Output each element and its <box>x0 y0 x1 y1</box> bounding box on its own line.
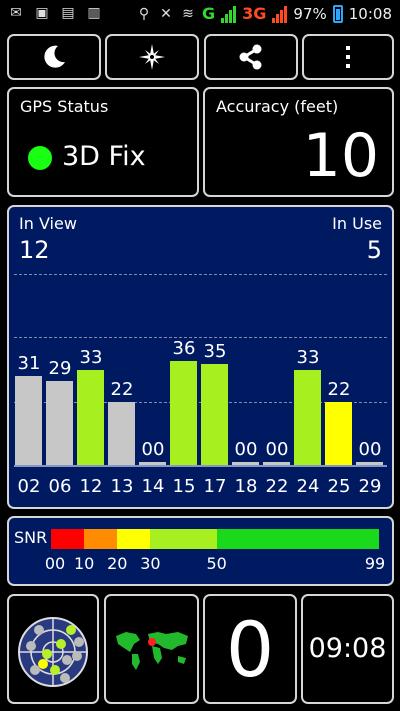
world-map-icon <box>111 628 193 672</box>
snr-bar <box>15 375 42 465</box>
snr-label: SNR <box>14 528 48 547</box>
in-use-label: In Use <box>332 214 382 233</box>
network-3g-label: 3G <box>242 4 267 23</box>
snr-bar <box>77 369 104 465</box>
satellite-prn-label: 12 <box>79 476 103 497</box>
gps-time-display[interactable]: 09:08 <box>301 594 394 704</box>
network-g-label: G <box>202 4 216 23</box>
speed-value: 0 <box>225 605 275 694</box>
snr-value-label: 22 <box>110 378 134 400</box>
snr-tick-label: 50 <box>206 554 227 573</box>
snr-bar <box>139 462 166 465</box>
snr-color-scale <box>51 529 379 549</box>
grid-line <box>14 274 387 275</box>
snr-bar <box>263 462 290 465</box>
wifi-icon: ≋ <box>182 5 194 22</box>
satellite-prn-label: 25 <box>327 476 351 497</box>
accuracy-panel: Accuracy (feet) 10 <box>203 87 394 197</box>
snr-scale-panel: SNR 00 10 20 30 50 99 <box>7 516 394 586</box>
snr-bar <box>108 401 135 465</box>
satellite-prn-label: 17 <box>203 476 227 497</box>
more-vertical-icon <box>346 46 350 68</box>
night-mode-button[interactable] <box>7 34 101 80</box>
satellite-prn-label: 14 <box>141 476 165 497</box>
snr-value-label: 00 <box>141 439 165 460</box>
satellite-prn-label: 02 <box>17 476 41 497</box>
snr-scale-segment <box>51 529 85 549</box>
gps-time-value: 09:08 <box>308 633 387 664</box>
share-button[interactable] <box>204 34 298 80</box>
image-icon: ▣ <box>35 5 49 21</box>
in-use-value: 5 <box>366 236 382 264</box>
snr-tick-label: 30 <box>140 554 161 573</box>
snr-bar <box>232 462 259 465</box>
snr-scale-segment <box>150 529 217 549</box>
overflow-menu-button[interactable] <box>302 34 394 80</box>
in-view-label: In View <box>19 214 77 233</box>
snr-scale-segment <box>117 529 151 549</box>
satellite-radar-icon <box>18 617 88 687</box>
snr-value-label: 22 <box>327 378 351 400</box>
snr-scale-segment <box>216 529 379 549</box>
snr-tick-label: 99 <box>364 554 386 573</box>
snr-bar <box>325 401 352 465</box>
satellite-signal-panel: In View 12 In Use 5 31 02 29 06 33 12 22 13 00 14… <box>7 205 394 509</box>
moon-icon <box>44 45 65 68</box>
snr-value-label: 33 <box>296 346 320 368</box>
sky-view-button[interactable] <box>7 594 99 704</box>
gps-status-label: GPS Status <box>20 97 109 116</box>
snr-value-label: 35 <box>203 341 227 363</box>
snr-bar <box>356 462 383 465</box>
accuracy-value: 10 <box>302 121 379 191</box>
battery-icon <box>332 4 343 23</box>
satellite-prn-label: 15 <box>172 476 196 497</box>
accuracy-label: Accuracy (feet) <box>216 97 339 116</box>
snr-value-label: 00 <box>265 439 289 460</box>
signal-g-icon <box>221 5 237 23</box>
share-icon <box>239 44 262 70</box>
snr-value-label: 00 <box>358 439 382 460</box>
location-icon: ⚲ <box>138 5 150 22</box>
satellite-prn-label: 18 <box>234 476 258 497</box>
gps-fix-value: 3D Fix <box>62 141 146 172</box>
snr-bar <box>46 381 73 465</box>
satellite-prn-label: 22 <box>265 476 289 497</box>
compass-icon <box>139 44 165 70</box>
snr-tick-label: 20 <box>107 554 128 573</box>
satellite-prn-label: 24 <box>296 476 320 497</box>
status-bar: ✉ ▣ ▤ ▥ ⚲ ✕ ≋ G 3G 97% 10:08 <box>0 0 400 30</box>
mute-icon: ✕ <box>160 5 172 22</box>
clipboard-icon: ▥ <box>87 5 101 21</box>
snr-tick-label: 00 <box>44 554 66 573</box>
snr-bar <box>170 361 197 465</box>
satellite-prn-label: 29 <box>358 476 382 497</box>
compass-button[interactable] <box>105 34 199 80</box>
bar-baseline <box>14 465 387 467</box>
snr-bar <box>294 369 321 465</box>
gps-status-panel: GPS Status 3D Fix <box>7 87 199 197</box>
world-map-button[interactable] <box>104 594 199 704</box>
satellite-prn-label: 13 <box>110 476 134 497</box>
briefcase-icon: ▤ <box>61 5 75 21</box>
snr-value-label: 33 <box>79 346 103 368</box>
in-view-value: 12 <box>19 236 50 264</box>
status-clock: 10:08 <box>348 4 392 23</box>
snr-tick-label: 10 <box>73 554 95 573</box>
satellite-prn-label: 06 <box>48 476 72 497</box>
battery-percent: 97% <box>293 4 327 23</box>
snr-bar <box>201 364 228 465</box>
fix-indicator-icon <box>28 146 52 170</box>
signal-3g-icon <box>272 5 288 23</box>
snr-scale-segment <box>84 529 118 549</box>
speed-display[interactable]: 0 <box>203 594 297 704</box>
gmail-icon: ✉ <box>10 5 22 21</box>
